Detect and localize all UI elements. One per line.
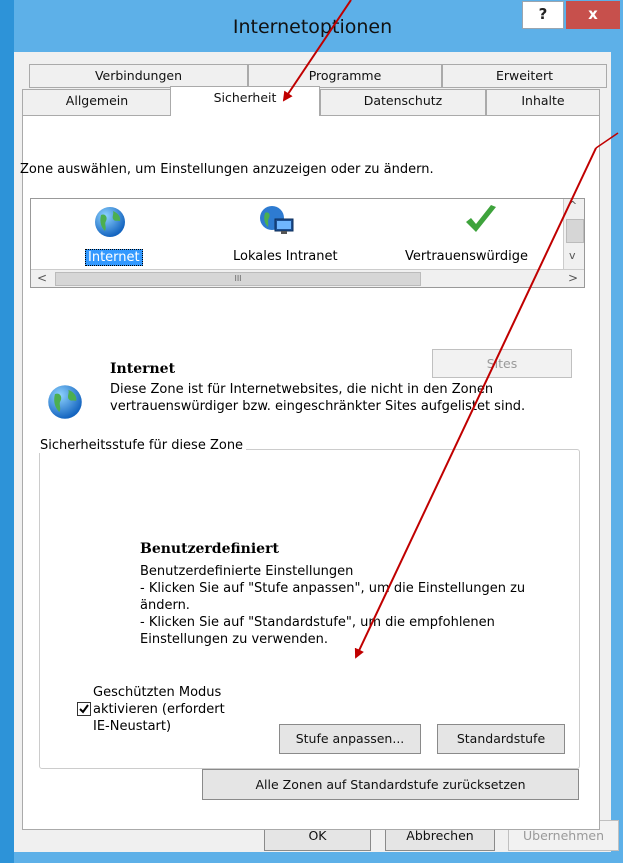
scroll-up-arrow[interactable]: ^ [568, 199, 577, 212]
zone-vertical-scrollbar[interactable]: ^ v [563, 199, 584, 270]
zone-label-trusted: Vertrauenswürdige [405, 249, 528, 264]
window-frame-left [0, 0, 14, 863]
scroll-left-arrow[interactable]: < [37, 271, 47, 285]
title-bar[interactable]: Internetoptionen ? x [14, 0, 620, 52]
tab-programme[interactable]: Programme [248, 64, 442, 88]
intranet-icon [260, 206, 294, 234]
security-level-label: Sicherheitsstufe für diese Zone [37, 438, 247, 453]
help-button[interactable]: ? [522, 1, 564, 29]
zone-item-internet[interactable]: Internet [85, 203, 143, 273]
tab-sicherheit[interactable]: Sicherheit [170, 86, 320, 116]
zone-title: Internet [110, 361, 176, 377]
zone-globe-icon [48, 385, 82, 419]
level-desc-line-1: Benutzerdefinierte Einstellungen [140, 564, 354, 579]
security-tab-panel: Zone auswählen, um Einstellungen anzuzei… [20, 115, 600, 830]
checkmark-icon [79, 704, 89, 714]
level-desc-line-5: Einstellungen zu verwenden. [140, 632, 328, 647]
dialog-body: Verbindungen Programme Erweitert Allgeme… [14, 52, 619, 852]
zone-instruction: Zone auswählen, um Einstellungen anzuzei… [20, 162, 434, 177]
zone-item-trusted[interactable]: Vertrauenswürdige [399, 203, 559, 273]
protected-mode-line-2: aktivieren (erfordert [93, 702, 225, 717]
security-level-name: Benutzerdefiniert [140, 541, 279, 557]
checkmark-icon [466, 205, 496, 232]
window-frame-bottom [14, 852, 611, 863]
protected-mode-line-3: IE-Neustart) [93, 719, 172, 734]
protected-mode-line-1: Geschützten Modus [93, 685, 222, 700]
level-desc-line-2: - Klicken Sie auf "Stufe anpassen", um d… [140, 581, 526, 596]
zone-label-internet: Internet [85, 249, 143, 266]
tab-allgemein[interactable]: Allgemein [22, 89, 172, 116]
tab-inhalte[interactable]: Inhalte [486, 89, 600, 116]
scroll-thumb[interactable] [566, 219, 584, 243]
zone-label-intranet: Lokales Intranet [233, 249, 338, 264]
tab-erweitert[interactable]: Erweitert [442, 64, 607, 88]
sites-button[interactable]: Sites [432, 349, 572, 378]
window-frame-right [611, 0, 623, 863]
tab-datenschutz[interactable]: Datenschutz [320, 89, 486, 116]
scroll-right-arrow[interactable]: > [568, 271, 578, 285]
scroll-down-arrow[interactable]: v [569, 249, 576, 262]
zone-description: Diese Zone ist für Internetwebsites, die… [110, 382, 526, 414]
reset-all-zones-button[interactable]: Alle Zonen auf Standardstufe zurücksetze… [202, 769, 579, 800]
close-button[interactable]: x [566, 1, 620, 29]
tab-verbindungen[interactable]: Verbindungen [29, 64, 248, 88]
zone-item-intranet[interactable]: Lokales Intranet [231, 203, 351, 273]
level-desc-line-3: ändern. [140, 598, 190, 613]
default-level-button[interactable]: Standardstufe [437, 724, 565, 754]
hscroll-thumb[interactable]: III [55, 272, 421, 286]
globe-icon [95, 207, 125, 237]
zone-horizontal-scrollbar[interactable]: < III > [31, 269, 584, 287]
protected-mode-checkbox[interactable] [77, 702, 91, 716]
customize-level-button[interactable]: Stufe anpassen... [279, 724, 421, 754]
zone-list[interactable]: Internet Lokales Intranet Vertrauenswürd [30, 198, 585, 288]
level-desc-line-4: - Klicken Sie auf "Standardstufe", um di… [140, 615, 495, 630]
